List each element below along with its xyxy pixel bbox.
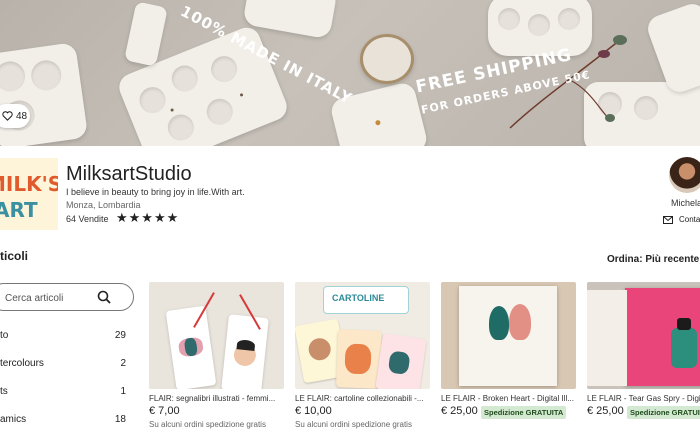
- ceramic-tray: [124, 1, 168, 67]
- listing-card[interactable]: CARTOLINE LE FLAIR: cartoline colleziona…: [295, 282, 430, 441]
- listing-price: € 25,00: [587, 405, 624, 417]
- owner-avatar[interactable]: [669, 157, 700, 193]
- shipping-note: Su alcuni ordini spedizione gratis: [149, 420, 266, 429]
- shop-banner: 100% MADE IN ITALY FREE SHIPPING FOR ORD…: [0, 0, 700, 146]
- category-label: amics: [0, 414, 27, 425]
- listing-card[interactable]: LE FLAIR - Tear Gas Spry - Digit € 25,00…: [587, 282, 700, 441]
- listing-price: € 25,00: [441, 405, 478, 417]
- shipping-note: Su alcuni ordini spedizione gratis: [295, 420, 412, 429]
- category-item[interactable]: amics 18: [0, 410, 134, 430]
- favorite-count: 48: [16, 110, 28, 122]
- shop-sales-count: 64 Vendite: [66, 214, 109, 224]
- search-icon[interactable]: [97, 290, 111, 304]
- sort-dropdown[interactable]: Ordina: Più recente: [607, 254, 699, 265]
- category-label: tercolours: [0, 358, 44, 369]
- logo-text-line2: ART: [0, 198, 38, 222]
- ceramic-bowl: [360, 34, 414, 84]
- listing-title[interactable]: LE FLAIR - Broken Heart - Digital Ill...: [441, 394, 576, 403]
- shop-location: Monza, Lombardia: [66, 200, 141, 210]
- listing-title[interactable]: LE FLAIR: cartoline collezionabili -...: [295, 394, 430, 403]
- favorite-button[interactable]: 48: [0, 104, 30, 128]
- category-count: 2: [120, 358, 126, 369]
- listing-title[interactable]: FLAIR: segnalibri illustrati - femmi...: [149, 394, 284, 403]
- owner-name[interactable]: Michela: [671, 198, 700, 208]
- category-count: 1: [120, 386, 126, 397]
- section-title: ticoli: [0, 249, 29, 263]
- heart-icon: [2, 111, 13, 121]
- category-count: 18: [114, 414, 126, 425]
- free-shipping-badge: Spedizione GRATUITA: [627, 406, 700, 419]
- shop-tagline: I believe in beauty to bring joy in life…: [66, 187, 245, 197]
- logo-text-line1: MILK'S: [0, 172, 58, 196]
- category-item[interactable]: to 29: [0, 326, 134, 346]
- category-label: ts: [0, 386, 8, 397]
- ceramic-tray: [0, 42, 89, 146]
- shop-logo[interactable]: MILK'S ART: [0, 158, 58, 230]
- category-count: 29: [114, 330, 126, 341]
- category-item[interactable]: ts 1: [0, 382, 134, 402]
- listing-title[interactable]: LE FLAIR - Tear Gas Spry - Digit: [587, 394, 700, 403]
- search-box[interactable]: [0, 283, 134, 311]
- free-shipping-badge: Spedizione GRATUITA: [481, 406, 567, 419]
- cartoline-text: CARTOLINE: [332, 293, 385, 303]
- listing-image[interactable]: [149, 282, 284, 389]
- listing-image[interactable]: CARTOLINE: [295, 282, 430, 389]
- category-label: to: [0, 330, 9, 341]
- shop-name[interactable]: MilksartStudio: [66, 163, 192, 186]
- search-input[interactable]: [3, 289, 107, 307]
- listing-image[interactable]: [587, 282, 700, 389]
- contact-label: Conta: [679, 215, 700, 224]
- listing-image[interactable]: [441, 282, 576, 389]
- envelope-icon: [663, 215, 673, 224]
- contact-button[interactable]: Conta: [663, 215, 700, 224]
- listing-card[interactable]: LE FLAIR - Broken Heart - Digital Ill...…: [441, 282, 576, 441]
- listing-card[interactable]: FLAIR: segnalibri illustrati - femmi... …: [149, 282, 284, 441]
- category-item[interactable]: tercolours 2: [0, 354, 134, 374]
- listing-price: € 10,00: [295, 405, 332, 417]
- rating-stars[interactable]: ★★★★★: [116, 210, 179, 226]
- listing-price: € 7,00: [149, 405, 180, 417]
